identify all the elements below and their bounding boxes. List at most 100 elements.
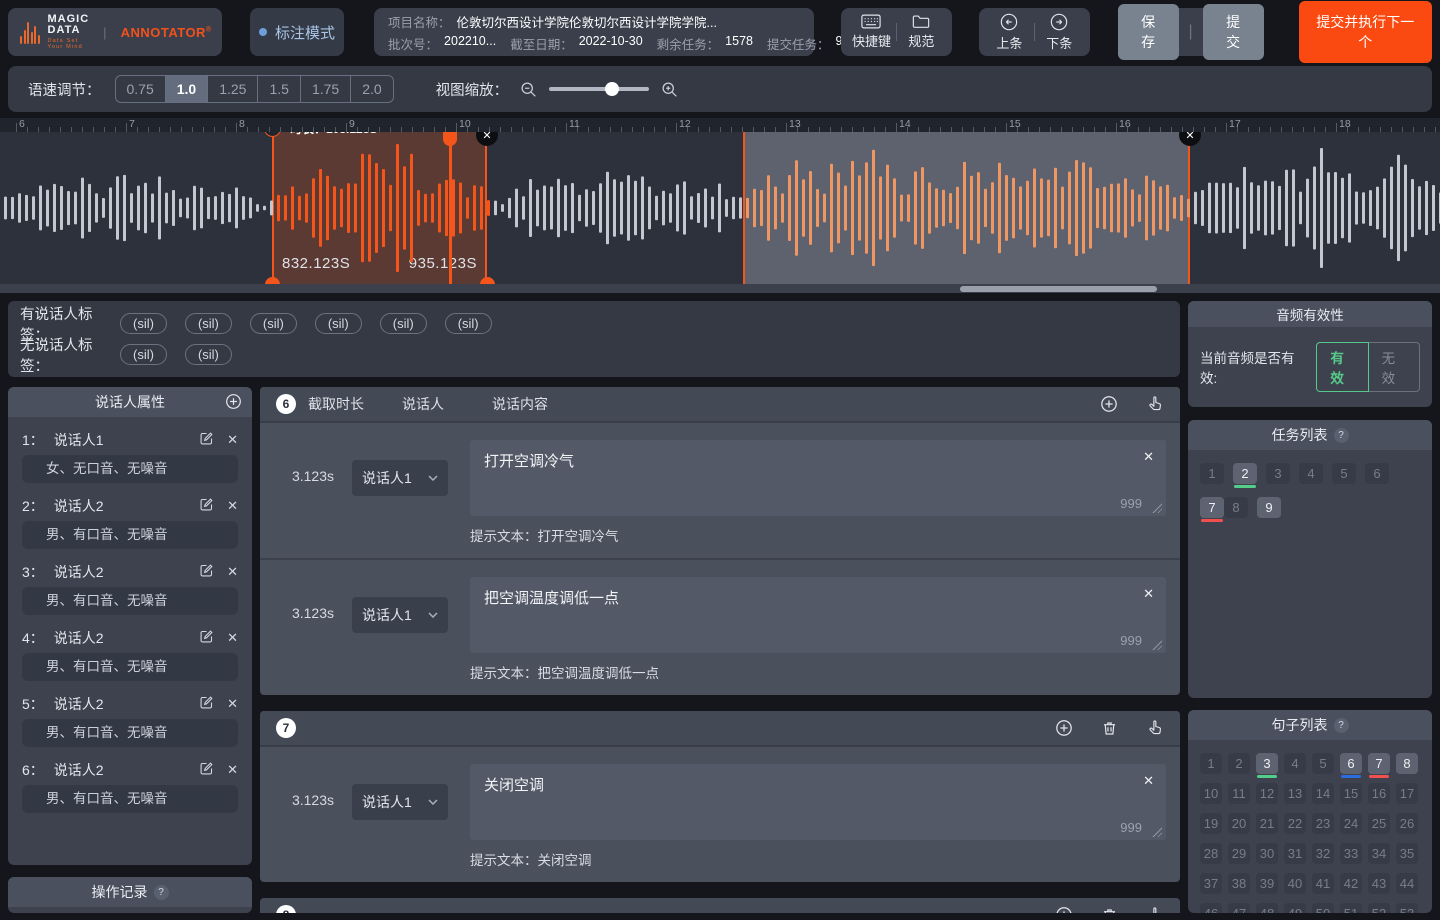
playhead-handle[interactable] bbox=[443, 132, 457, 146]
task-chip-5[interactable]: 5 bbox=[1332, 463, 1356, 484]
sentence-chip-48[interactable]: 48 bbox=[1256, 903, 1278, 913]
sentence-chip-13[interactable]: 13 bbox=[1284, 783, 1306, 804]
sil-tag-3[interactable]: (sil) bbox=[250, 313, 297, 334]
resize-handle[interactable] bbox=[1152, 827, 1162, 837]
sentence-chip-2[interactable]: 2 bbox=[1228, 753, 1250, 774]
zoom-slider-thumb[interactable] bbox=[605, 82, 619, 96]
sil-tag-4[interactable]: (sil) bbox=[315, 313, 362, 334]
sentence-chip-29[interactable]: 29 bbox=[1228, 843, 1250, 864]
speed-option-2.0[interactable]: 2.0 bbox=[351, 76, 392, 102]
operation-log-help-icon[interactable]: ? bbox=[154, 885, 169, 900]
sentence-chip-12[interactable]: 12 bbox=[1256, 783, 1278, 804]
add-row-button[interactable] bbox=[1100, 395, 1118, 413]
sentence-chip-51[interactable]: 51 bbox=[1340, 903, 1362, 913]
sil-tag-nospeaker-1[interactable]: (sil) bbox=[120, 344, 167, 365]
task-chip-3[interactable]: 3 bbox=[1266, 463, 1290, 484]
speaker-attributes[interactable]: 男、有口音、无噪音 bbox=[22, 521, 238, 549]
speed-option-1.75[interactable]: 1.75 bbox=[301, 76, 351, 102]
speed-option-1.25[interactable]: 1.25 bbox=[208, 76, 258, 102]
delete-speaker-button[interactable]: ✕ bbox=[227, 432, 238, 448]
invalid-option[interactable]: 无效 bbox=[1369, 342, 1420, 392]
sentence-chip-30[interactable]: 30 bbox=[1256, 843, 1278, 864]
add-row-button[interactable] bbox=[1055, 719, 1073, 737]
sentence-chip-20[interactable]: 20 bbox=[1228, 813, 1250, 834]
task-chip-2[interactable]: 2 bbox=[1233, 463, 1257, 484]
speaker-select[interactable]: 说话人1 bbox=[352, 460, 448, 496]
sentence-chip-23[interactable]: 23 bbox=[1312, 813, 1334, 834]
sentence-chip-21[interactable]: 21 bbox=[1256, 813, 1278, 834]
add-speaker-button[interactable] bbox=[225, 393, 242, 413]
speaker-attributes[interactable]: 男、有口音、无噪音 bbox=[22, 653, 238, 681]
task-chip-8[interactable]: 8 bbox=[1224, 497, 1248, 518]
next-item-button[interactable]: 下条 bbox=[1035, 13, 1084, 52]
utterance-textarea[interactable]: 打开空调冷气✕999 bbox=[470, 440, 1166, 516]
sentence-chip-4[interactable]: 4 bbox=[1284, 753, 1306, 774]
speaker-attributes[interactable]: 男、有口音、无噪音 bbox=[22, 587, 238, 615]
add-row-button[interactable] bbox=[1055, 906, 1073, 913]
speed-option-1.5[interactable]: 1.5 bbox=[258, 76, 300, 102]
resize-handle[interactable] bbox=[1152, 640, 1162, 650]
sil-tag-1[interactable]: (sil) bbox=[120, 313, 167, 334]
delete-speaker-button[interactable]: ✕ bbox=[227, 630, 238, 646]
playhead[interactable] bbox=[449, 132, 452, 284]
sentence-chip-3[interactable]: 3 bbox=[1256, 753, 1278, 774]
sentence-chip-15[interactable]: 15 bbox=[1340, 783, 1362, 804]
zoom-slider[interactable] bbox=[549, 82, 649, 96]
delete-speaker-button[interactable]: ✕ bbox=[227, 762, 238, 778]
sentence-chip-31[interactable]: 31 bbox=[1284, 843, 1306, 864]
task-list-help-icon[interactable]: ? bbox=[1334, 428, 1349, 443]
sentence-chip-11[interactable]: 11 bbox=[1228, 783, 1250, 804]
sentence-chip-28[interactable]: 28 bbox=[1200, 843, 1222, 864]
edit-speaker-button[interactable] bbox=[199, 563, 214, 581]
submit-and-next-button[interactable]: 提交并执行下一个 bbox=[1299, 1, 1432, 63]
delete-segment-button[interactable] bbox=[1101, 720, 1118, 737]
sentence-chip-37[interactable]: 37 bbox=[1200, 873, 1222, 894]
sentence-chip-22[interactable]: 22 bbox=[1284, 813, 1306, 834]
task-chip-9[interactable]: 9 bbox=[1257, 497, 1281, 518]
sentence-chip-5[interactable]: 5 bbox=[1312, 753, 1334, 774]
sentence-chip-1[interactable]: 1 bbox=[1200, 753, 1222, 774]
sentence-chip-17[interactable]: 17 bbox=[1396, 783, 1418, 804]
sentence-chip-53[interactable]: 53 bbox=[1396, 903, 1418, 913]
sentence-chip-41[interactable]: 41 bbox=[1312, 873, 1334, 894]
sentence-chip-49[interactable]: 49 bbox=[1284, 903, 1306, 913]
drag-segment-button[interactable] bbox=[1146, 906, 1164, 913]
speaker-select[interactable]: 说话人1 bbox=[352, 597, 448, 633]
sentence-chip-38[interactable]: 38 bbox=[1228, 873, 1250, 894]
sentence-chip-33[interactable]: 33 bbox=[1340, 843, 1362, 864]
clear-text-button[interactable]: ✕ bbox=[1143, 449, 1154, 465]
sentence-chip-16[interactable]: 16 bbox=[1368, 783, 1390, 804]
task-chip-4[interactable]: 4 bbox=[1299, 463, 1323, 484]
sentence-chip-40[interactable]: 40 bbox=[1284, 873, 1306, 894]
waveform-canvas[interactable]: 832.123S 935.123S 6 时长：103.123S ✕ ✕ bbox=[0, 132, 1440, 284]
sentence-chip-34[interactable]: 34 bbox=[1368, 843, 1390, 864]
utterance-textarea[interactable]: 关闭空调✕999 bbox=[470, 764, 1166, 840]
edit-speaker-button[interactable] bbox=[199, 497, 214, 515]
speed-option-1.0[interactable]: 1.0 bbox=[166, 76, 208, 102]
resize-handle[interactable] bbox=[1152, 503, 1162, 513]
speed-option-0.75[interactable]: 0.75 bbox=[116, 76, 166, 102]
shortcuts-button[interactable]: 快捷键 bbox=[847, 14, 896, 50]
delete-segment-button[interactable] bbox=[1101, 907, 1118, 914]
task-chip-1[interactable]: 1 bbox=[1200, 463, 1224, 484]
zoom-out-icon[interactable] bbox=[520, 81, 537, 98]
sentence-chip-19[interactable]: 19 bbox=[1200, 813, 1222, 834]
sentence-chip-14[interactable]: 14 bbox=[1312, 783, 1334, 804]
speaker-attributes[interactable]: 女、无口音、无噪音 bbox=[22, 455, 238, 483]
sentence-chip-50[interactable]: 50 bbox=[1312, 903, 1334, 913]
submit-button[interactable]: 提交 bbox=[1203, 4, 1264, 60]
save-button[interactable]: 保存 bbox=[1118, 4, 1179, 60]
sentence-chip-8[interactable]: 8 bbox=[1396, 753, 1418, 774]
task-chip-7[interactable]: 7 bbox=[1200, 497, 1224, 518]
sentence-chip-35[interactable]: 35 bbox=[1396, 843, 1418, 864]
annotation-mode-button[interactable]: 标注模式 bbox=[250, 8, 344, 56]
sentence-chip-52[interactable]: 52 bbox=[1368, 903, 1390, 913]
timeline-ruler[interactable]: 6789101112131415161718 bbox=[0, 118, 1440, 132]
sentence-chip-47[interactable]: 47 bbox=[1228, 903, 1250, 913]
delete-speaker-button[interactable]: ✕ bbox=[227, 564, 238, 580]
edit-speaker-button[interactable] bbox=[199, 431, 214, 449]
drag-segment-button[interactable] bbox=[1146, 719, 1164, 737]
sentence-chip-10[interactable]: 10 bbox=[1200, 783, 1222, 804]
sentence-chip-24[interactable]: 24 bbox=[1340, 813, 1362, 834]
sil-tag-6[interactable]: (sil) bbox=[445, 313, 492, 334]
